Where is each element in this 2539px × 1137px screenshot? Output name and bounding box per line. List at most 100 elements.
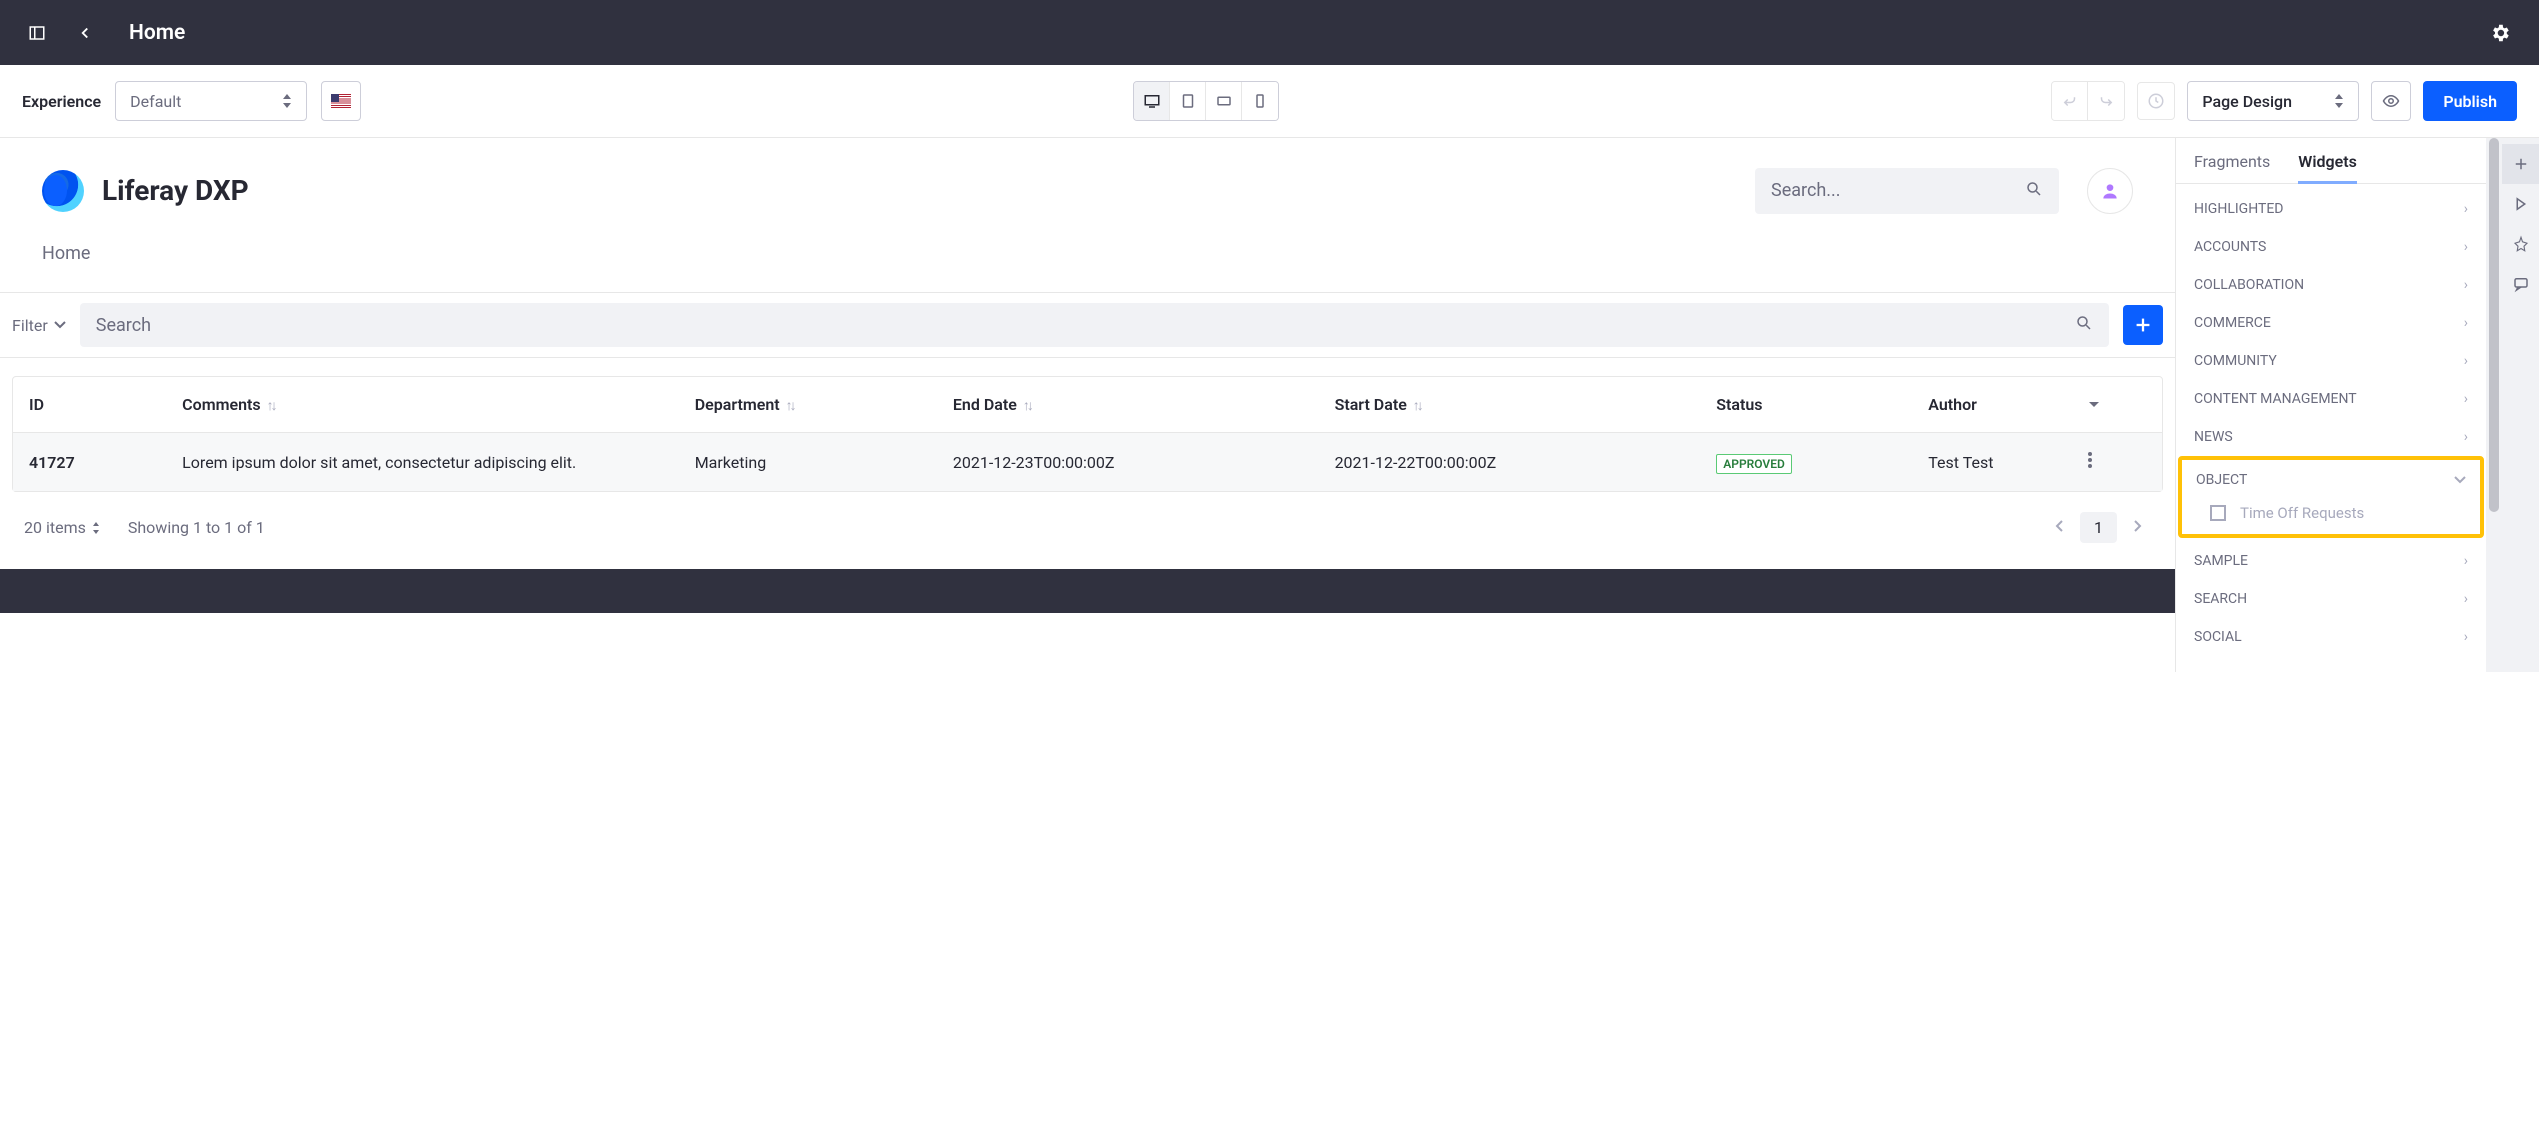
current-page[interactable]: 1	[2080, 512, 2117, 543]
pagination: 20 items Showing 1 to 1 of 1 1	[0, 492, 2175, 569]
publish-button[interactable]: Publish	[2423, 81, 2517, 121]
chevron-right-icon: ›	[2464, 553, 2468, 569]
page-editor-toolbar: Experience Default	[0, 65, 2539, 138]
chevron-right-icon: ›	[2464, 277, 2468, 293]
back-icon[interactable]	[76, 24, 94, 42]
table-filter-bar: Filter	[0, 292, 2175, 358]
design-options-button[interactable]	[2502, 224, 2539, 264]
chevron-down-icon	[2454, 472, 2466, 488]
experience-select[interactable]: Default	[115, 81, 307, 121]
chevron-right-icon: ›	[2464, 315, 2468, 331]
category-social[interactable]: SOCIAL›	[2176, 618, 2486, 656]
category-news[interactable]: NEWS›	[2176, 418, 2486, 456]
scrollbar-thumb[interactable]	[2489, 138, 2499, 512]
sort-icon: ↑↓	[1413, 398, 1421, 414]
header-enddate[interactable]: End Date↑↓	[937, 377, 1319, 433]
mobile-device-button[interactable]	[1242, 82, 1278, 120]
cell-id: 41727	[13, 433, 166, 491]
site-header: Liferay DXP	[0, 138, 2175, 243]
cell-actions	[2071, 433, 2162, 491]
category-commerce[interactable]: COMMERCE›	[2176, 304, 2486, 342]
header-id[interactable]: ID	[13, 377, 166, 433]
breadcrumb-item[interactable]: Home	[42, 243, 90, 264]
widgets-panel: Fragments Widgets HIGHLIGHTED› ACCOUNTS›…	[2175, 138, 2486, 672]
site-search-input[interactable]	[1771, 180, 2015, 201]
prev-page-button[interactable]	[2046, 510, 2072, 545]
landscape-tablet-button[interactable]	[1206, 82, 1242, 120]
category-object[interactable]: OBJECT	[2182, 464, 2480, 496]
undo-button[interactable]	[2052, 82, 2088, 120]
edit-mode-value: Page Design	[2202, 92, 2292, 111]
select-caret-icon	[2334, 94, 2344, 108]
filter-dropdown[interactable]: Filter	[12, 312, 66, 339]
page-size-select[interactable]: 20 items	[24, 518, 100, 537]
add-panel-button[interactable]	[2502, 144, 2539, 184]
search-icon[interactable]	[2025, 180, 2043, 202]
scrollbar[interactable]	[2486, 138, 2502, 672]
header-comments[interactable]: Comments↑↓	[166, 377, 679, 433]
search-icon[interactable]	[2075, 314, 2093, 336]
user-avatar[interactable]	[2087, 168, 2133, 214]
chevron-right-icon: ›	[2464, 629, 2468, 645]
top-header: Home	[0, 0, 2539, 65]
language-flag-button[interactable]	[321, 81, 361, 121]
cell-startdate: 2021-12-22T00:00:00Z	[1319, 433, 1701, 491]
site-search	[1755, 168, 2059, 214]
chevron-right-icon: ›	[2464, 591, 2468, 607]
site-footer	[0, 569, 2175, 613]
edit-mode-select[interactable]: Page Design	[2187, 81, 2359, 121]
status-badge: APPROVED	[1716, 454, 1792, 474]
experience-value: Default	[130, 92, 181, 111]
cell-enddate: 2021-12-23T00:00:00Z	[937, 433, 1319, 491]
tablet-device-button[interactable]	[1170, 82, 1206, 120]
data-table: ID Comments↑↓ Department↑↓ End Date↑↓ St…	[12, 376, 2163, 492]
chevron-right-icon: ›	[2464, 239, 2468, 255]
panel-tabs: Fragments Widgets	[2176, 138, 2486, 184]
preview-button[interactable]	[2371, 81, 2411, 121]
tab-widgets[interactable]: Widgets	[2298, 152, 2357, 184]
page-title: Home	[129, 21, 185, 45]
header-status[interactable]: Status	[1700, 377, 1912, 433]
add-entry-button[interactable]	[2123, 305, 2163, 345]
tab-fragments[interactable]: Fragments	[2194, 152, 2270, 183]
desktop-device-button[interactable]	[1134, 82, 1170, 120]
header-startdate[interactable]: Start Date↑↓	[1319, 377, 1701, 433]
category-community[interactable]: COMMUNITY›	[2176, 342, 2486, 380]
next-page-button[interactable]	[2125, 510, 2151, 545]
device-preview-group	[1133, 81, 1279, 121]
chevron-right-icon: ›	[2464, 201, 2468, 217]
comments-panel-button[interactable]	[2502, 264, 2539, 304]
panel-toggle-icon[interactable]	[28, 24, 46, 42]
header-department[interactable]: Department↑↓	[679, 377, 937, 433]
chevron-right-icon: ›	[2464, 391, 2468, 407]
sort-icon: ↑↓	[267, 398, 275, 414]
category-search[interactable]: SEARCH›	[2176, 580, 2486, 618]
sort-icon: ↑↓	[786, 398, 794, 414]
category-highlighted[interactable]: HIGHLIGHTED›	[2176, 190, 2486, 228]
sort-icon: ↑↓	[1023, 398, 1031, 414]
site-title: Liferay DXP	[102, 174, 249, 207]
widget-time-off-requests[interactable]: Time Off Requests	[2182, 496, 2480, 526]
chevron-right-icon: ›	[2464, 429, 2468, 445]
row-kebab-menu[interactable]	[2087, 454, 2093, 473]
widget-category-list: HIGHLIGHTED› ACCOUNTS› COLLABORATION› CO…	[2176, 184, 2486, 662]
select-caret-icon	[282, 94, 292, 108]
page-showing-info: Showing 1 to 1 of 1	[128, 518, 265, 537]
gear-icon[interactable]	[2489, 22, 2511, 44]
category-sample[interactable]: SAMPLE›	[2176, 542, 2486, 580]
redo-button[interactable]	[2088, 82, 2124, 120]
category-collaboration[interactable]: COLLABORATION›	[2176, 266, 2486, 304]
widget-icon	[2210, 505, 2226, 521]
table-search-input[interactable]	[96, 315, 2075, 336]
cell-comments: Lorem ipsum dolor sit amet, consectetur …	[166, 433, 679, 491]
browser-panel-button[interactable]	[2502, 184, 2539, 224]
header-author[interactable]: Author	[1912, 377, 2071, 433]
caret-down-icon	[2087, 395, 2101, 414]
category-content-management[interactable]: CONTENT MANAGEMENT›	[2176, 380, 2486, 418]
category-accounts[interactable]: ACCOUNTS›	[2176, 228, 2486, 266]
cell-status: APPROVED	[1700, 433, 1912, 491]
breadcrumb: Home	[0, 243, 2175, 292]
experience-label: Experience	[22, 92, 101, 111]
history-clock-button[interactable]	[2137, 82, 2175, 120]
header-actions	[2071, 377, 2162, 433]
